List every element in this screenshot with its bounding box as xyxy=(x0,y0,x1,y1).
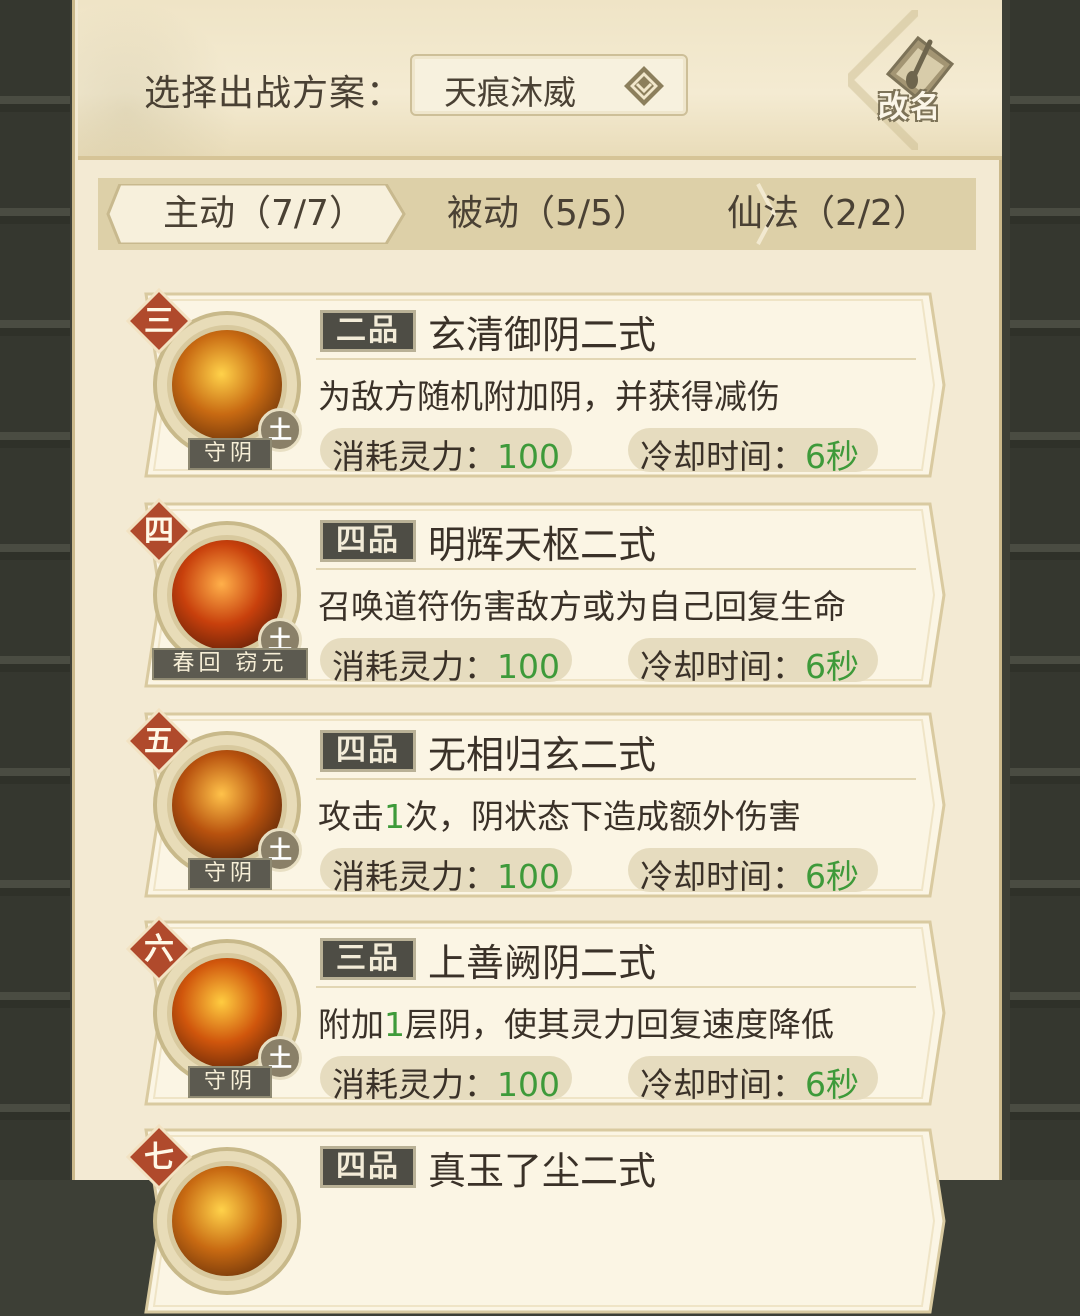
cooldown-label: 冷却时间： xyxy=(640,857,805,896)
skill-card[interactable]: 五 四品 无相归玄二式 土 守阴 攻击1次，阴状态下造成额外伤害 消耗灵力：10… xyxy=(125,707,946,898)
grade-badge: 四品 xyxy=(320,520,416,562)
skill-card[interactable]: 六 三品 上善阙阴二式 土 守阴 附加1层阴，使其灵力回复速度降低 消耗灵力：1… xyxy=(125,915,946,1106)
background-left xyxy=(0,0,70,1180)
card-divider xyxy=(316,986,916,988)
skill-card[interactable]: 七 四品 真玉了尘二式 xyxy=(125,1123,946,1314)
skill-description: 附加1层阴，使其灵力回复速度降低 xyxy=(318,998,834,1046)
cost-value: 100 xyxy=(497,437,560,476)
cooldown-value: 6秒 xyxy=(805,1065,859,1104)
desc-part: 层阴，使其灵力回复速度降低 xyxy=(405,1005,834,1044)
skill-name: 无相归玄二式 xyxy=(428,733,657,777)
cooldown-value: 6秒 xyxy=(805,647,859,686)
card-divider xyxy=(316,358,916,360)
skill-name: 上善阙阴二式 xyxy=(428,941,657,985)
cooldown-stat: 冷却时间：6秒 xyxy=(628,428,878,476)
rank-badge: 五 xyxy=(125,707,193,775)
cost-value: 100 xyxy=(497,1065,560,1104)
cost-label: 消耗灵力： xyxy=(332,437,497,476)
desc-part: 附加 xyxy=(318,1005,384,1044)
card-divider xyxy=(316,778,916,780)
skill-tabs: 主动（7/7） 被动（5/5） 仙法（2/2） xyxy=(98,178,976,250)
plan-value: 天痕沐威 xyxy=(444,73,576,112)
skill-name: 明辉天枢二式 xyxy=(428,523,657,567)
skill-name: 真玉了尘二式 xyxy=(428,1149,657,1193)
rename-button[interactable]: 改名 xyxy=(868,28,968,132)
desc-part: 1 xyxy=(384,1005,405,1044)
cost-value: 100 xyxy=(497,647,560,686)
skill-name: 玄清御阴二式 xyxy=(428,313,657,357)
desc-part: 次，阴状态下造成额外伤害 xyxy=(405,797,801,836)
rank-badge: 四 xyxy=(125,497,193,565)
cost-label: 消耗灵力： xyxy=(332,1065,497,1104)
tab-passive[interactable]: 被动（5/5） xyxy=(398,178,698,250)
cooldown-value: 6秒 xyxy=(805,857,859,896)
cooldown-label: 冷却时间： xyxy=(640,647,805,686)
skill-description: 为敌方随机附加阴，并获得减伤 xyxy=(318,370,780,418)
cost-value: 100 xyxy=(497,857,560,896)
cooldown-stat: 冷却时间：6秒 xyxy=(628,1056,878,1104)
skill-card[interactable]: 四 四品 明辉天枢二式 土 春回 窃元 召唤道符伤害敌方或为自己回复生命 消耗灵… xyxy=(125,497,946,688)
dropdown-diamond-icon xyxy=(624,66,664,106)
tab-active[interactable]: 主动（7/7） xyxy=(114,178,414,250)
cooldown-label: 冷却时间： xyxy=(640,437,805,476)
desc-part: 攻击 xyxy=(318,797,384,836)
skill-description: 攻击1次，阴状态下造成额外伤害 xyxy=(318,790,801,838)
plan-label: 选择出战方案： xyxy=(144,73,404,114)
tab-spell[interactable]: 仙法（2/2） xyxy=(678,178,978,250)
cost-label: 消耗灵力： xyxy=(332,647,497,686)
plan-header: 选择出战方案： 天痕沐威 改名 xyxy=(78,0,1002,160)
cost-stat: 消耗灵力：100 xyxy=(320,638,572,686)
skill-tag: 守阴 xyxy=(188,1066,272,1098)
cooldown-stat: 冷却时间：6秒 xyxy=(628,848,878,896)
grade-badge: 三品 xyxy=(320,938,416,980)
skill-card[interactable]: 三 二品 玄清御阴二式 土 守阴 为敌方随机附加阴，并获得减伤 消耗灵力：100… xyxy=(125,287,946,478)
grade-badge: 四品 xyxy=(320,1146,416,1188)
desc-part: 1 xyxy=(384,797,405,836)
grade-badge: 二品 xyxy=(320,310,416,352)
skill-tag: 守阴 xyxy=(188,858,272,890)
rank-badge: 六 xyxy=(125,915,193,983)
cooldown-label: 冷却时间： xyxy=(640,1065,805,1104)
desc-part: 为敌方随机附加阴，并获得减伤 xyxy=(318,377,780,416)
skill-tag: 守阴 xyxy=(188,438,272,470)
cooldown-stat: 冷却时间：6秒 xyxy=(628,638,878,686)
rank-badge: 三 xyxy=(125,287,193,355)
cost-stat: 消耗灵力：100 xyxy=(320,848,572,896)
skill-description: 召唤道符伤害敌方或为自己回复生命 xyxy=(318,580,846,628)
grade-badge: 四品 xyxy=(320,730,416,772)
rename-label: 改名 xyxy=(878,90,942,125)
cost-stat: 消耗灵力：100 xyxy=(320,428,572,476)
skill-tag: 春回 窃元 xyxy=(152,648,308,680)
desc-part: 召唤道符伤害敌方或为自己回复生命 xyxy=(318,587,846,626)
cost-label: 消耗灵力： xyxy=(332,857,497,896)
rank-badge: 七 xyxy=(125,1123,193,1191)
cooldown-value: 6秒 xyxy=(805,437,859,476)
plan-dropdown[interactable]: 天痕沐威 xyxy=(410,54,688,116)
card-divider xyxy=(316,568,916,570)
cost-stat: 消耗灵力：100 xyxy=(320,1056,572,1104)
background-right xyxy=(1010,0,1080,1180)
